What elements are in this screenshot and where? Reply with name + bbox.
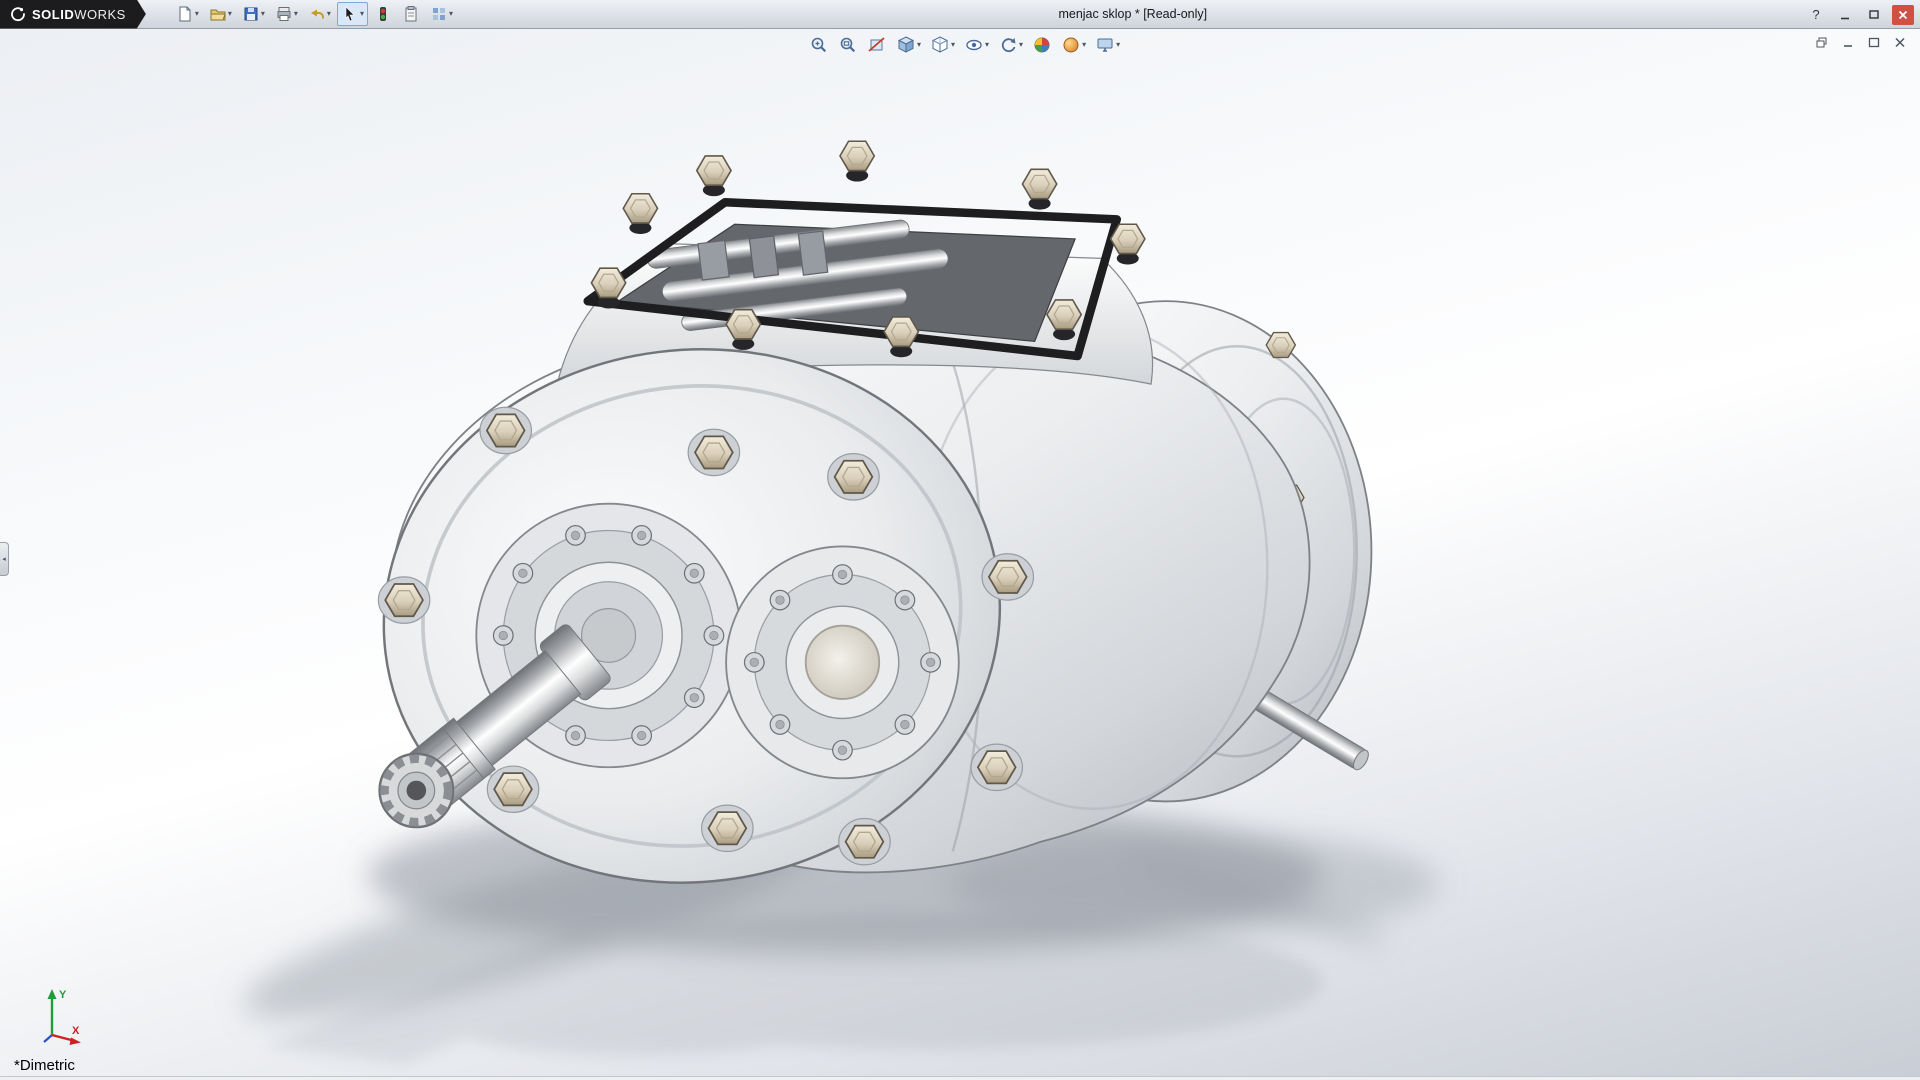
view-orientation-label: *Dimetric [14,1057,75,1074]
clipboard-icon [402,5,420,23]
undo-dropdown[interactable]: ▾ [327,10,331,18]
scene-ball-icon [1061,35,1081,55]
triad-z-axis [44,1035,52,1042]
zoom-to-area-button[interactable] [806,33,832,57]
brand-bold: SOLID [32,7,74,22]
orientation-triad: Y X [22,983,86,1052]
solidworks-logo: SOLIDWORKS [0,0,146,29]
child-close-button[interactable] [1891,35,1908,50]
zoom-to-fit-button[interactable] [835,33,861,57]
save-icon [242,5,260,23]
select-button[interactable]: ▾ [337,2,368,26]
select-dropdown[interactable]: ▾ [360,10,364,18]
child-maximize-button[interactable] [1865,35,1882,50]
triad-x-label: X [72,1025,80,1037]
child-restore-icon [1815,36,1829,49]
secondary-flange [726,546,959,778]
save-button[interactable]: ▾ [238,2,269,26]
new-document-icon [176,5,194,23]
new-document-button[interactable]: ▾ [172,2,203,26]
traffic-light-icon [374,5,392,23]
save-dropdown[interactable]: ▾ [261,10,265,18]
close-icon [1896,8,1910,22]
window-controls: ? [1805,0,1914,29]
display-style-cube-icon [930,35,950,55]
solidworks-window: SOLIDWORKS ▾ ▾ [0,0,1920,1080]
child-minimize-button[interactable] [1839,35,1856,50]
gearbox-top-cover [557,141,1152,384]
apply-scene-dropdown[interactable]: ▾ [1082,41,1086,49]
options-dropdown[interactable]: ▾ [449,10,453,18]
section-view-button[interactable] [864,33,890,57]
document-title: menjac sklop * [Read-only] [1058,0,1207,29]
zoom-to-fit-icon [838,35,858,55]
maximize-button[interactable] [1863,5,1885,25]
open-folder-icon [209,5,227,23]
brand-light: WORKS [74,7,126,22]
eye-icon [964,35,984,55]
print-dropdown[interactable]: ▾ [294,10,298,18]
print-icon [275,5,293,23]
child-minimize-icon [1841,36,1855,49]
minimize-button[interactable] [1834,5,1856,25]
rotate-view-dropdown[interactable]: ▾ [1019,41,1023,49]
view-orientation-button[interactable]: ▾ [893,33,924,57]
rotate-view-button[interactable]: ▾ [995,33,1026,57]
child-maximize-icon [1867,36,1881,49]
close-button[interactable] [1892,5,1914,25]
undo-icon [308,5,326,23]
minimize-icon [1838,8,1852,22]
hide-show-items-dropdown[interactable]: ▾ [985,41,989,49]
view-settings-button[interactable]: ▾ [1092,33,1123,57]
open-dropdown[interactable]: ▾ [228,10,232,18]
section-view-icon [867,35,887,55]
options-grid-icon [430,5,448,23]
new-document-dropdown[interactable]: ▾ [195,10,199,18]
view-settings-dropdown[interactable]: ▾ [1116,41,1120,49]
print-button[interactable]: ▾ [271,2,302,26]
help-button[interactable]: ? [1805,5,1827,25]
maximize-icon [1867,8,1881,22]
titlebar: SOLIDWORKS ▾ ▾ [0,0,1920,29]
display-style-dropdown[interactable]: ▾ [951,41,955,49]
gearbox-model[interactable] [0,29,1920,1076]
undo-button[interactable]: ▾ [304,2,335,26]
standard-toolbar: ▾ ▾ ▾ [172,0,457,29]
select-cursor-icon [341,5,359,23]
status-bar [0,1076,1920,1080]
view-orientation-dropdown[interactable]: ▾ [917,41,921,49]
feature-manager-expand-tab[interactable]: ◂ [0,542,9,576]
child-close-icon [1893,36,1907,49]
view-settings-icon [1095,35,1115,55]
triad-y-label: Y [59,989,67,1001]
graphics-area[interactable]: ▾ ▾ ▾ [0,29,1920,1076]
display-style-button[interactable]: ▾ [927,33,958,57]
zoom-to-area-icon [809,35,829,55]
ds-logo-icon [10,6,26,22]
triad-x-axis [52,1035,73,1041]
appearance-ball-icon [1032,35,1052,55]
hide-show-items-button[interactable]: ▾ [961,33,992,57]
headsup-view-toolbar: ▾ ▾ ▾ [806,33,1123,57]
child-window-controls [1813,35,1908,50]
open-button[interactable]: ▾ [205,2,236,26]
options-button[interactable]: ▾ [426,2,457,26]
rebuild-button[interactable] [370,2,396,26]
brand-text: SOLIDWORKS [32,7,126,22]
edit-appearance-button[interactable] [1029,33,1055,57]
child-restore-button[interactable] [1813,35,1830,50]
apply-scene-button[interactable]: ▾ [1058,33,1089,57]
file-properties-button[interactable] [398,2,424,26]
rotate-view-icon [998,35,1018,55]
view-orientation-cube-icon [896,35,916,55]
